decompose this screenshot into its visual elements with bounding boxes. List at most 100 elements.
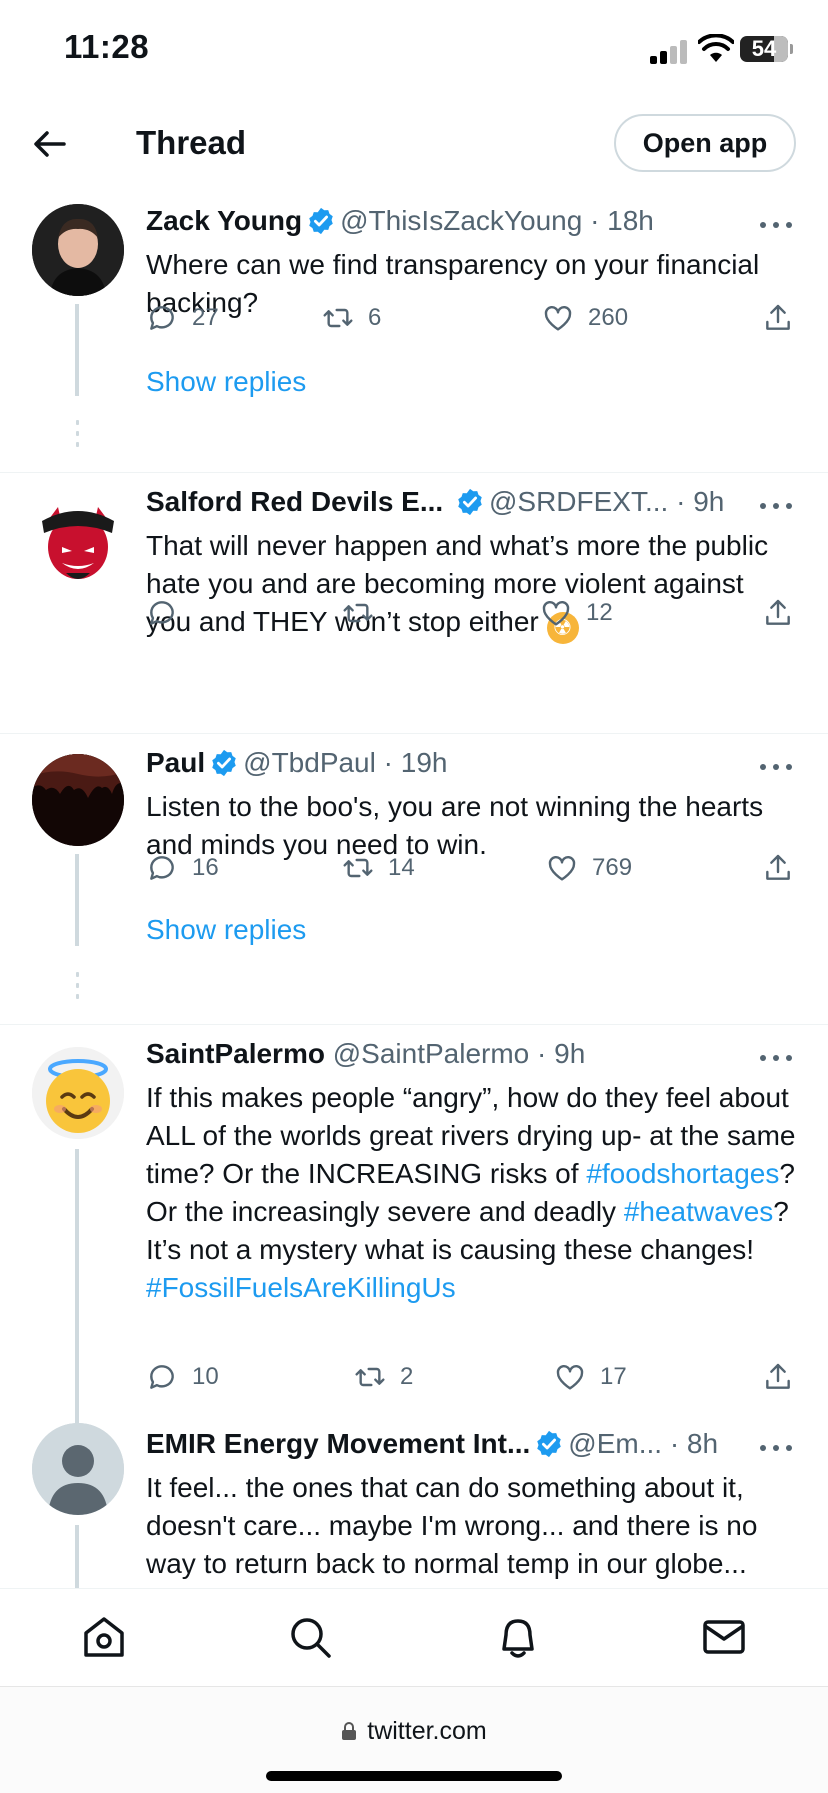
thread-dots xyxy=(76,420,79,453)
open-app-button[interactable]: Open app xyxy=(614,114,796,172)
retweet-count: 2 xyxy=(400,1363,414,1390)
home-indicator xyxy=(266,1771,562,1781)
tweet-time: · 9h xyxy=(676,486,725,517)
verified-badge-icon xyxy=(537,1430,562,1458)
like-button[interactable]: 12 xyxy=(540,593,613,633)
author-handle: @ThisIsZackYoung xyxy=(340,205,583,236)
notifications-icon[interactable] xyxy=(494,1613,542,1661)
reply-count: 27 xyxy=(192,304,219,331)
author-name[interactable]: Zack Young xyxy=(146,205,302,236)
like-button[interactable]: 769 xyxy=(546,848,632,888)
page-title: Thread xyxy=(136,124,247,161)
retweet-icon xyxy=(343,603,373,623)
share-button[interactable] xyxy=(762,298,794,338)
browser-url-bar[interactable]: twitter.com xyxy=(0,1686,828,1793)
status-time: 11:28 xyxy=(64,28,150,65)
verified-badge-icon xyxy=(309,207,333,235)
more-icon[interactable] xyxy=(760,495,796,515)
tweet-header: SaintPalermo @SaintPalermo · 9h xyxy=(146,1037,585,1071)
reply-icon xyxy=(150,306,174,330)
thread-line xyxy=(75,854,79,946)
tweet-time: · 19h xyxy=(383,747,448,778)
share-icon xyxy=(766,854,790,880)
reply-button[interactable]: 10 xyxy=(146,1357,219,1397)
show-replies-link[interactable]: Show replies xyxy=(146,366,306,398)
hashtag-link[interactable]: #FossilFuelsAreKillingUs xyxy=(146,1272,456,1303)
wifi-icon xyxy=(698,34,734,62)
tweet-emir-energy[interactable]: EMIR Energy Movement Int... @Em... · 8h I… xyxy=(0,1415,828,1588)
battery-level: 54 xyxy=(751,36,777,61)
like-icon xyxy=(556,1365,584,1390)
lock-icon xyxy=(342,1722,357,1740)
share-button[interactable] xyxy=(762,1357,794,1397)
like-button[interactable]: 260 xyxy=(542,298,628,338)
tweet-header: Salford Red Devils E... @SRDFEXT... · 9h xyxy=(146,485,724,519)
tweet-actions: 16 14 769 xyxy=(146,848,806,888)
hashtag-link[interactable]: #foodshortages xyxy=(586,1158,779,1189)
author-name[interactable]: Salford Red Devils E... xyxy=(146,486,443,517)
more-icon[interactable] xyxy=(760,756,796,776)
reply-icon xyxy=(150,601,174,625)
retweet-button[interactable] xyxy=(342,593,388,633)
share-icon xyxy=(766,599,790,625)
tweet-paul[interactable]: Paul @TbdPaul · 19h Listen to the boo's, … xyxy=(0,734,828,1024)
retweet-icon xyxy=(355,1367,385,1387)
tweet-text: It feel... the ones that can do somethin… xyxy=(146,1472,758,1579)
messages-icon[interactable] xyxy=(700,1613,748,1661)
author-handle: @Em... xyxy=(568,1428,663,1459)
share-icon xyxy=(766,1363,790,1389)
like-count: 260 xyxy=(588,304,629,331)
reply-icon xyxy=(150,1365,174,1389)
show-replies-link[interactable]: Show replies xyxy=(146,914,306,946)
url-display[interactable]: twitter.com xyxy=(0,1717,828,1746)
retweet-icon xyxy=(323,308,353,328)
tweet-actions: 10 2 17 xyxy=(146,1357,806,1397)
tweet-text: If this makes people “angry”, how do the… xyxy=(146,1079,796,1307)
status-bar: 11:28 54 xyxy=(0,0,828,100)
author-name[interactable]: SaintPalermo xyxy=(146,1038,325,1069)
tweet-zack-young[interactable]: Zack Young @ThisIsZackYoung · 18h Where c… xyxy=(0,192,828,472)
share-button[interactable] xyxy=(762,593,794,633)
more-icon[interactable] xyxy=(760,1437,796,1457)
avatar[interactable] xyxy=(32,1423,124,1515)
tweet-actions: 27 6 260 xyxy=(146,298,806,338)
share-button[interactable] xyxy=(762,848,794,888)
retweet-button[interactable]: 6 xyxy=(322,298,381,338)
search-icon[interactable] xyxy=(286,1613,334,1661)
retweet-button[interactable]: 2 xyxy=(354,1357,413,1397)
author-name[interactable]: Paul xyxy=(146,747,205,778)
author-name[interactable]: EMIR Energy Movement Int... xyxy=(146,1428,530,1459)
more-icon[interactable] xyxy=(760,214,796,234)
tweet-time: · 9h xyxy=(537,1038,586,1069)
reply-button[interactable]: 16 xyxy=(146,848,219,888)
cellular-signal-icon xyxy=(650,40,694,64)
tweet-saint-palermo[interactable]: SaintPalermo @SaintPalermo · 9h If this … xyxy=(0,1025,828,1439)
author-handle: @SRDFEXT... xyxy=(488,486,669,517)
reply-count: 10 xyxy=(192,1363,219,1390)
tweet-actions: 12 xyxy=(146,593,806,633)
back-arrow-icon[interactable] xyxy=(28,122,72,166)
hashtag-link[interactable]: #heatwaves xyxy=(624,1196,773,1227)
like-button[interactable]: 17 xyxy=(554,1357,627,1397)
reply-button[interactable] xyxy=(146,593,192,633)
reply-button[interactable]: 27 xyxy=(146,298,219,338)
tweet-time: · 8h xyxy=(669,1428,719,1459)
avatar[interactable] xyxy=(32,493,124,585)
avatar[interactable] xyxy=(32,1047,124,1139)
retweet-button[interactable]: 14 xyxy=(342,848,415,888)
battery-icon: 54 xyxy=(740,36,788,62)
tweet-salford-red-devils[interactable]: Salford Red Devils E... @SRDFEXT... · 9h… xyxy=(0,473,828,733)
thread-line xyxy=(75,304,79,396)
like-icon xyxy=(548,856,576,881)
like-count: 769 xyxy=(592,854,633,881)
thread-dots xyxy=(76,972,79,1005)
more-icon[interactable] xyxy=(760,1047,796,1067)
thread-line xyxy=(75,1149,79,1439)
verified-badge-icon xyxy=(212,749,236,777)
verified-badge-icon xyxy=(458,488,482,516)
home-icon[interactable] xyxy=(80,1613,128,1661)
avatar[interactable] xyxy=(32,754,124,846)
retweet-icon xyxy=(343,858,373,878)
tweet-header: Zack Young @ThisIsZackYoung · 18h xyxy=(146,204,654,238)
avatar[interactable] xyxy=(32,204,124,296)
